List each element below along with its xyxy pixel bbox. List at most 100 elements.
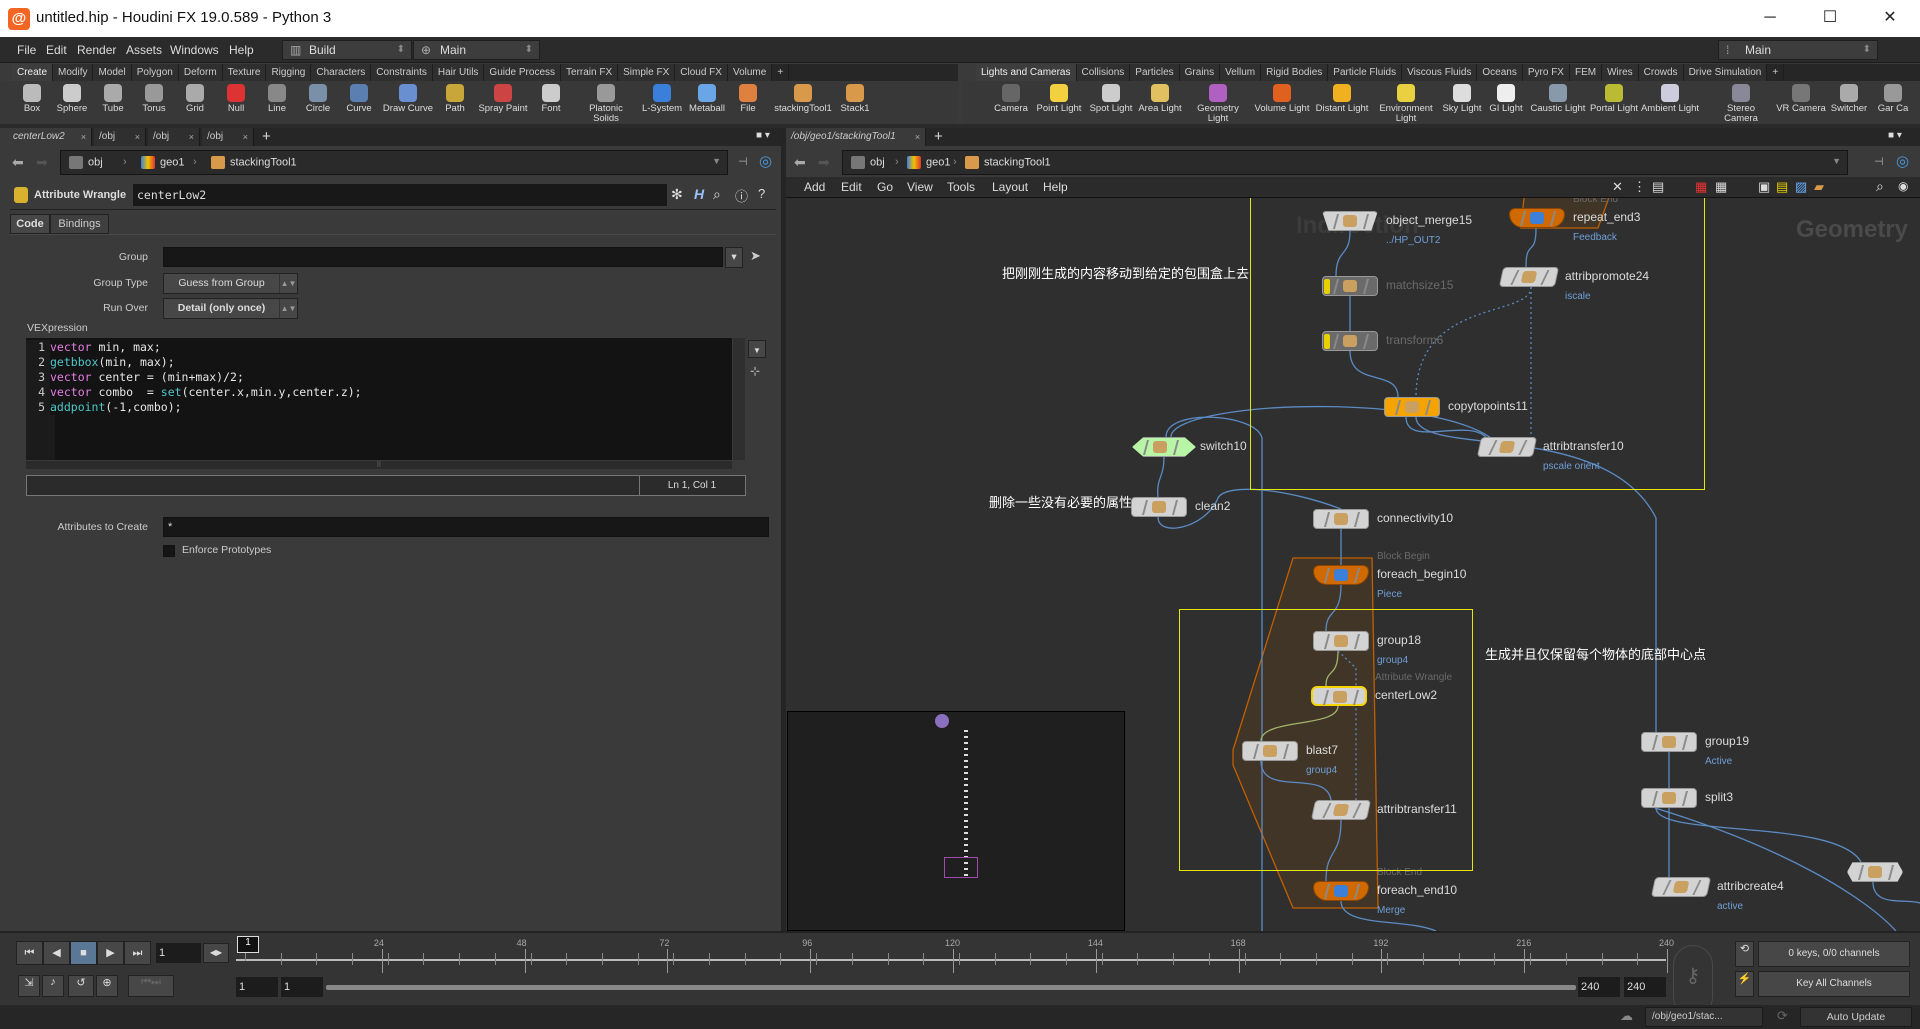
tab-stackingtool1[interactable]: /obj/geo1/stackingTool1 × (786, 128, 926, 146)
tab-code[interactable]: Code (10, 214, 50, 234)
shelf-tab-simple-fx[interactable]: Simple FX (618, 64, 676, 81)
shelf-tab-crowds[interactable]: Crowds (1638, 64, 1684, 81)
tab-obj-2[interactable]: /obj × (148, 128, 200, 146)
search-icon[interactable]: ⌕ (1876, 178, 1884, 195)
shelf-tab-modify[interactable]: Modify (53, 64, 94, 81)
shelf-tab-deform[interactable]: Deform (178, 64, 223, 81)
shelf-tab-wires[interactable]: Wires (1602, 64, 1639, 81)
menu-layout[interactable]: Layout (992, 180, 1028, 194)
select-arrow-icon[interactable]: ➤ (750, 248, 761, 264)
sticky-annotation-clean[interactable]: 删除一些没有必要的属性 (989, 492, 1132, 511)
add-tab-button[interactable]: + (262, 128, 271, 145)
shelf-tab-fem[interactable]: FEM (1569, 64, 1603, 81)
add-shelf-tab-button[interactable]: + (772, 64, 790, 81)
right-desktop-selector[interactable]: ⁞ Main ⬍ (1718, 40, 1878, 60)
list-view-icon[interactable]: ▤ (1652, 179, 1664, 195)
background-image-icon[interactable]: ▨ (1795, 179, 1807, 195)
keyframe-nav-buttons[interactable]: ⏮⏭ (128, 975, 174, 997)
shelf-tab-model[interactable]: Model (93, 64, 132, 81)
menu-render[interactable]: Render (77, 43, 116, 57)
shelf-tab-rigid-bodies[interactable]: Rigid Bodies (1261, 64, 1329, 81)
menu-assets[interactable]: Assets (126, 43, 162, 57)
maximize-button[interactable]: ☐ (1810, 6, 1850, 30)
shelf-tab-hair-utils[interactable]: Hair Utils (432, 64, 485, 81)
info-icon[interactable]: ⓘ (735, 186, 748, 205)
update-mode-select[interactable]: Auto Update (1800, 1007, 1912, 1027)
forward-arrow-icon[interactable]: ➡ (36, 154, 48, 171)
audio-icon[interactable]: ♪ (42, 975, 64, 997)
playback-end-field[interactable]: 240 (1578, 977, 1620, 997)
shelf-tool-gar-ca[interactable]: Gar Ca (1863, 81, 1920, 114)
shelf-tab-characters[interactable]: Characters (311, 64, 372, 81)
minimize-button[interactable]: ─ (1750, 6, 1790, 30)
search-icon[interactable]: ⌕ (713, 186, 721, 203)
timeline-ruler[interactable]: 24 48 72 96 120 144 168 192 216 240 (236, 935, 1674, 973)
node-foreach-begin10[interactable] (1313, 565, 1369, 585)
pane-menu-icon[interactable]: ■ ▾ (756, 130, 770, 141)
crumb-obj[interactable]: obj (69, 156, 103, 169)
shelf-tab-grains[interactable]: Grains (1179, 64, 1221, 81)
shelf-tool-file[interactable]: File (718, 81, 778, 114)
close-tab-icon[interactable]: × (81, 128, 86, 146)
pane-menu-icon[interactable]: ■ ▾ (1888, 130, 1902, 141)
shelf-tab-pyro-fx[interactable]: Pyro FX (1522, 64, 1570, 81)
close-tab-icon[interactable]: × (915, 128, 920, 146)
crumb-geo1[interactable]: geo1 (907, 156, 950, 169)
group-type-select[interactable]: Guess from Group ▲▼ (163, 273, 298, 294)
menu-help[interactable]: Help (229, 43, 254, 57)
forward-arrow-icon[interactable]: ➡ (818, 154, 830, 171)
pin-icon[interactable]: ⊣ (738, 155, 748, 168)
menu-edit[interactable]: Edit (46, 43, 67, 57)
keys-channels-dropdown[interactable]: 0 keys, 0/0 channels (1758, 941, 1910, 967)
playback-start-field[interactable]: 1 (281, 977, 323, 997)
shelf-tool-area-light[interactable]: Area Light (1130, 81, 1190, 114)
node-subnet[interactable] (1847, 862, 1903, 882)
shelf-tool-point-light[interactable]: Point Light (1029, 81, 1089, 114)
shelf-tab-cloud-fx[interactable]: Cloud FX (675, 64, 728, 81)
end-frame-field[interactable]: 240 (1624, 977, 1666, 997)
menu-windows[interactable]: Windows (170, 43, 219, 57)
path-dropdown-icon[interactable]: ▼ (712, 156, 721, 166)
realtime-toggle-icon[interactable]: ⇲ (18, 975, 40, 997)
current-frame-marker[interactable]: 1 (237, 936, 259, 953)
node-connectivity10[interactable] (1313, 509, 1369, 529)
shelf-tool-geometry-light[interactable]: Geometry Light (1188, 81, 1248, 124)
path-dropdown-icon[interactable]: ▼ (1832, 156, 1841, 166)
tab-obj-3[interactable]: /obj × (202, 128, 254, 146)
shelf-tool-gi-light[interactable]: GI Light (1476, 81, 1536, 114)
shelf-tab-collisions[interactable]: Collisions (1076, 64, 1131, 81)
network-box-move-to-bbox[interactable] (1250, 198, 1705, 490)
minimap-viewport[interactable] (944, 857, 978, 878)
attributes-to-create-field[interactable]: * (163, 517, 769, 537)
shelf-tab-constraints[interactable]: Constraints (371, 64, 433, 81)
shelf-tool-stackingtool1[interactable]: stackingTool1 (773, 81, 833, 114)
back-arrow-icon[interactable]: ⬅ (794, 154, 806, 171)
shelf-tab-terrain-fx[interactable]: Terrain FX (561, 64, 619, 81)
eye-icon[interactable]: ◉ (1898, 179, 1908, 193)
network-box-bottom-center[interactable] (1179, 609, 1473, 871)
crumb-stackingtool1[interactable]: stackingTool1 (211, 156, 297, 169)
node-attribcreate4[interactable] (1650, 877, 1712, 897)
node-name-field[interactable]: centerLow2 (133, 184, 667, 206)
shelf-tab-vellum[interactable]: Vellum (1220, 64, 1262, 81)
close-tab-icon[interactable]: × (135, 128, 140, 146)
close-tab-icon[interactable]: × (243, 128, 248, 146)
menu-file[interactable]: File (17, 43, 36, 57)
sticky-note-icon[interactable]: ▤ (1776, 179, 1788, 195)
shelf-tab-oceans[interactable]: Oceans (1477, 64, 1523, 81)
color-palette-icon[interactable]: ▦ (1695, 179, 1707, 195)
shelf-tab-particle-fluids[interactable]: Particle Fluids (1328, 64, 1403, 81)
cook-status-icon[interactable]: ☁ (1620, 1008, 1633, 1024)
context-selector[interactable]: ⊕ Main ⬍ (413, 40, 540, 60)
crumb-geo1[interactable]: geo1 (141, 156, 184, 169)
asset-icon[interactable]: ▰ (1814, 179, 1824, 195)
range-slider[interactable] (326, 985, 1576, 990)
menu-view[interactable]: View (907, 180, 933, 194)
node-foreach-end10[interactable] (1313, 881, 1369, 901)
key-mode-select[interactable]: Key All Channels (1758, 971, 1910, 997)
shelf-tab-drive-simulation[interactable]: Drive Simulation (1683, 64, 1768, 81)
shelf-tool-portal-light[interactable]: Portal Light (1584, 81, 1644, 114)
menu-add[interactable]: Add (804, 180, 825, 194)
play-reverse-button[interactable]: ◀ (43, 941, 70, 965)
crumb-obj[interactable]: obj (851, 156, 885, 169)
